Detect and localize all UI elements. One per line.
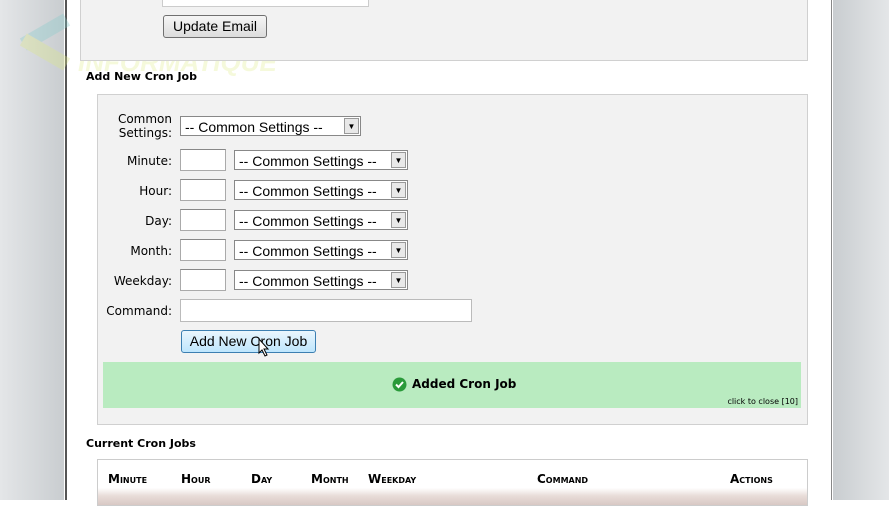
common-settings-select[interactable]: -- Common Settings -- ▼ — [180, 116, 361, 136]
command-input[interactable] — [180, 299, 472, 322]
command-label: Command: — [106, 304, 172, 318]
select-value: -- Common Settings -- — [239, 183, 377, 199]
current-cron-heading: Current Cron Jobs — [86, 437, 196, 450]
field-common-select[interactable]: -- Common Settings -- ▼ — [234, 210, 408, 230]
select-value: -- Common Settings -- — [239, 243, 377, 259]
field-common-select[interactable]: -- Common Settings -- ▼ — [234, 270, 408, 290]
left-background — [0, 0, 64, 500]
chevron-down-icon: ▼ — [391, 182, 406, 198]
select-value: -- Common Settings -- — [239, 153, 377, 169]
notice-close-link[interactable]: click to close [10] — [727, 397, 798, 406]
field-label: Weekday: — [113, 274, 172, 288]
right-background — [833, 0, 889, 500]
chevron-down-icon: ▼ — [391, 272, 406, 288]
mouse-cursor-icon — [258, 338, 270, 357]
select-value: -- Common Settings -- — [239, 213, 377, 229]
right-border — [831, 0, 832, 500]
field-input[interactable] — [180, 209, 226, 231]
email-input[interactable] — [162, 0, 369, 7]
field-label: Hour: — [139, 184, 172, 198]
field-input[interactable] — [180, 149, 226, 171]
column-header[interactable]: Hour — [181, 472, 211, 486]
field-input[interactable] — [180, 239, 226, 261]
left-border — [65, 0, 67, 500]
field-label: Day: — [145, 214, 172, 228]
field-label: Minute: — [126, 154, 172, 168]
check-circle-icon — [392, 377, 407, 392]
column-header[interactable]: Month — [311, 472, 349, 486]
field-common-select[interactable]: -- Common Settings -- ▼ — [234, 180, 408, 200]
field-common-select[interactable]: -- Common Settings -- ▼ — [234, 150, 408, 170]
column-header[interactable]: Day — [251, 472, 272, 486]
select-value: -- Common Settings -- — [239, 273, 377, 289]
update-email-button[interactable]: Update Email — [163, 15, 267, 38]
chevron-down-icon: ▼ — [391, 152, 406, 168]
column-header[interactable]: Actions — [730, 472, 773, 486]
success-notice[interactable]: Added Cron Job click to close [10] — [103, 362, 801, 408]
column-header[interactable]: Minute — [108, 472, 147, 486]
column-header[interactable]: Command — [537, 472, 588, 486]
field-label: Month: — [130, 244, 172, 258]
column-header[interactable]: Weekday — [368, 472, 416, 486]
chevron-down-icon: ▼ — [391, 212, 406, 228]
select-value: -- Common Settings -- — [185, 119, 323, 135]
add-cron-job-button[interactable]: Add New Cron Job — [181, 330, 316, 353]
chevron-down-icon: ▼ — [391, 242, 406, 258]
add-cron-heading: Add New Cron Job — [86, 70, 197, 83]
notice-message: Added Cron Job — [412, 377, 517, 391]
chevron-down-icon: ▼ — [344, 118, 359, 134]
field-common-select[interactable]: -- Common Settings -- ▼ — [234, 240, 408, 260]
field-input[interactable] — [180, 269, 226, 291]
common-settings-label: Common Settings: — [117, 112, 172, 140]
field-input[interactable] — [180, 179, 226, 201]
